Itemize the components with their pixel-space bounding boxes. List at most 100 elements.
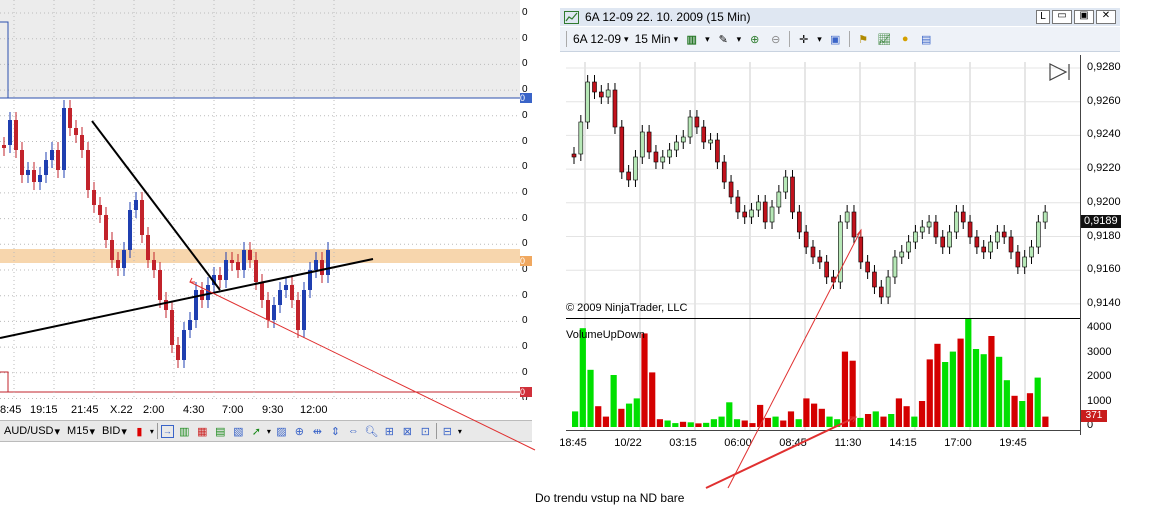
properties-icon[interactable]: ▣ bbox=[828, 32, 843, 47]
candle-body bbox=[885, 276, 891, 298]
left-chart-plot[interactable] bbox=[0, 0, 521, 400]
volume-bar bbox=[972, 349, 980, 427]
zoom-out-icon[interactable]: ⊖ bbox=[768, 32, 783, 47]
volume-bar bbox=[687, 422, 694, 427]
candle-body bbox=[721, 161, 727, 183]
volume-bar bbox=[703, 422, 710, 427]
expand-vertical-icon[interactable]: ⇕ bbox=[328, 424, 343, 439]
candle-body bbox=[50, 150, 54, 160]
indicator-icon[interactable]: 📈︎ bbox=[877, 32, 892, 47]
volume-bar bbox=[965, 317, 972, 427]
interval-dropdown[interactable]: 15 Min ▾ bbox=[635, 32, 679, 46]
candle-body bbox=[612, 89, 618, 128]
candle-body bbox=[134, 200, 138, 210]
left-price-axis: 0000000000000000 0 0 0 bbox=[520, 0, 532, 403]
volume-panel[interactable]: VolumeUpDown bbox=[566, 317, 1080, 431]
candle-body bbox=[790, 176, 795, 213]
play-icon[interactable] bbox=[1049, 63, 1070, 81]
coin-icon[interactable]: ● bbox=[898, 32, 913, 47]
candle-body bbox=[14, 120, 18, 150]
candle-body bbox=[769, 206, 775, 223]
pencil-icon[interactable]: ✎ bbox=[716, 32, 731, 47]
candle-body bbox=[626, 171, 631, 181]
candle-body bbox=[578, 121, 584, 155]
candle-body bbox=[715, 139, 720, 163]
candle-body bbox=[248, 250, 252, 260]
close-icon[interactable]: ✕ bbox=[1096, 10, 1116, 24]
candle-body bbox=[302, 290, 306, 330]
x-tick: 2:00 bbox=[143, 404, 165, 416]
chart-window-icon bbox=[564, 10, 579, 24]
arrow-right-icon[interactable]: → bbox=[160, 424, 174, 438]
minimize-icon[interactable]: ▭ bbox=[1052, 10, 1072, 24]
tool-3-icon[interactable]: ⊡ bbox=[418, 424, 433, 439]
cursor-icon[interactable]: ➚ bbox=[249, 424, 264, 439]
time-tick: 11:30 bbox=[834, 437, 862, 449]
tool-1-icon[interactable]: ⊞ bbox=[382, 424, 397, 439]
volume-bar bbox=[733, 419, 741, 427]
chart-image-icon[interactable]: ▨ bbox=[274, 424, 289, 439]
time-tick: 14:15 bbox=[889, 437, 917, 449]
volume-bar bbox=[996, 356, 1003, 427]
price-tick: 0,9160 bbox=[1087, 263, 1121, 276]
zoom-in-icon[interactable]: ⊕ bbox=[292, 424, 307, 439]
price-tick: 0,9180 bbox=[1087, 229, 1121, 242]
candle-body bbox=[981, 246, 987, 253]
candle-body bbox=[266, 300, 270, 320]
strategy-icon[interactable]: ⚑ bbox=[856, 32, 871, 47]
rising-trendline[interactable] bbox=[0, 258, 374, 339]
volume-bar bbox=[872, 411, 879, 427]
symbol-dropdown[interactable]: AUD/USD ▾ bbox=[2, 425, 62, 438]
candle-body bbox=[694, 116, 700, 128]
chevron-down-icon: ▾ bbox=[736, 33, 742, 44]
volume-bar bbox=[888, 414, 895, 427]
candle-body bbox=[899, 251, 905, 258]
expand-horizontal-icon[interactable]: ⇔ bbox=[346, 424, 361, 439]
price-type-dropdown[interactable]: BID ▾ bbox=[100, 425, 129, 438]
candle-body bbox=[320, 260, 324, 275]
right-chart-toolbar: 6A 12-09 ▾ 15 Min ▾ ▥ ▾ ✎ ▾ ⊕ ⊖ ✛ ▾ ▣ ⚑ 📈︎ ● … bbox=[560, 27, 1120, 52]
link-button[interactable]: L bbox=[1036, 10, 1050, 24]
candle-body bbox=[701, 126, 707, 143]
grid-icon[interactable]: ▦ bbox=[195, 424, 210, 439]
maximize-icon[interactable]: ▣ bbox=[1074, 10, 1094, 24]
y-tick: 0 bbox=[522, 238, 528, 250]
picture-icon[interactable]: ▧ bbox=[231, 424, 246, 439]
support-zone[interactable] bbox=[0, 249, 520, 263]
candle-body bbox=[326, 250, 330, 275]
candles-icon[interactable]: ▥ bbox=[177, 424, 192, 439]
right-price-panel[interactable]: © 2009 NinjaTrader, LLC bbox=[566, 62, 1080, 318]
right-window-titlebar[interactable]: 6A 12-09 22. 10. 2009 (15 Min) L ▭ ▣ ✕ bbox=[560, 8, 1120, 26]
candle-body bbox=[98, 205, 102, 215]
y-tick: 0 bbox=[522, 58, 528, 70]
panel-toggle-icon[interactable]: ⊟ bbox=[440, 424, 455, 439]
volume-bar bbox=[811, 403, 818, 427]
bar-type-icon[interactable]: ▥ bbox=[684, 32, 699, 47]
volume-bar bbox=[803, 398, 810, 427]
chevron-down-icon: ▾ bbox=[673, 33, 679, 44]
instrument-dropdown[interactable]: 6A 12-09 ▾ bbox=[573, 32, 629, 46]
volume-bar bbox=[934, 343, 941, 427]
candle-body bbox=[68, 108, 72, 128]
zoom-in-icon[interactable]: ⊕ bbox=[747, 32, 762, 47]
volume-bar bbox=[1003, 380, 1010, 427]
magnify-icon[interactable]: 🔍︎ bbox=[364, 424, 379, 439]
timeframe-dropdown[interactable]: M15 ▾ bbox=[65, 425, 97, 438]
candle-body bbox=[218, 275, 222, 280]
y-tick: 0 bbox=[522, 7, 528, 18]
window-icon[interactable]: ▤ bbox=[213, 424, 228, 439]
right-price-axis: 0,9280 0,9260 0,9240 0,9220 0,9200 0,9180 0,91… bbox=[1080, 55, 1121, 435]
tool-2-icon[interactable]: ⊠ bbox=[400, 424, 415, 439]
volume-bar bbox=[572, 411, 579, 427]
candle-body bbox=[1029, 246, 1034, 258]
data-box-icon[interactable]: ▤ bbox=[919, 32, 934, 47]
candle-body bbox=[708, 139, 713, 144]
bracket-icon[interactable]: ⇹ bbox=[310, 424, 325, 439]
crosshair-icon[interactable]: ✛ bbox=[796, 32, 811, 47]
volume-bar bbox=[818, 408, 825, 427]
time-tick: 03:15 bbox=[669, 437, 697, 449]
right-time-axis: 18:45 10/22 03:15 06:00 08:45 11:30 14:15 17:00… bbox=[559, 430, 1080, 453]
volume-tick: 2000 bbox=[1087, 370, 1112, 383]
chevron-down-icon: ▾ bbox=[817, 33, 822, 44]
color-picker-icon[interactable]: ▮ bbox=[132, 424, 147, 439]
